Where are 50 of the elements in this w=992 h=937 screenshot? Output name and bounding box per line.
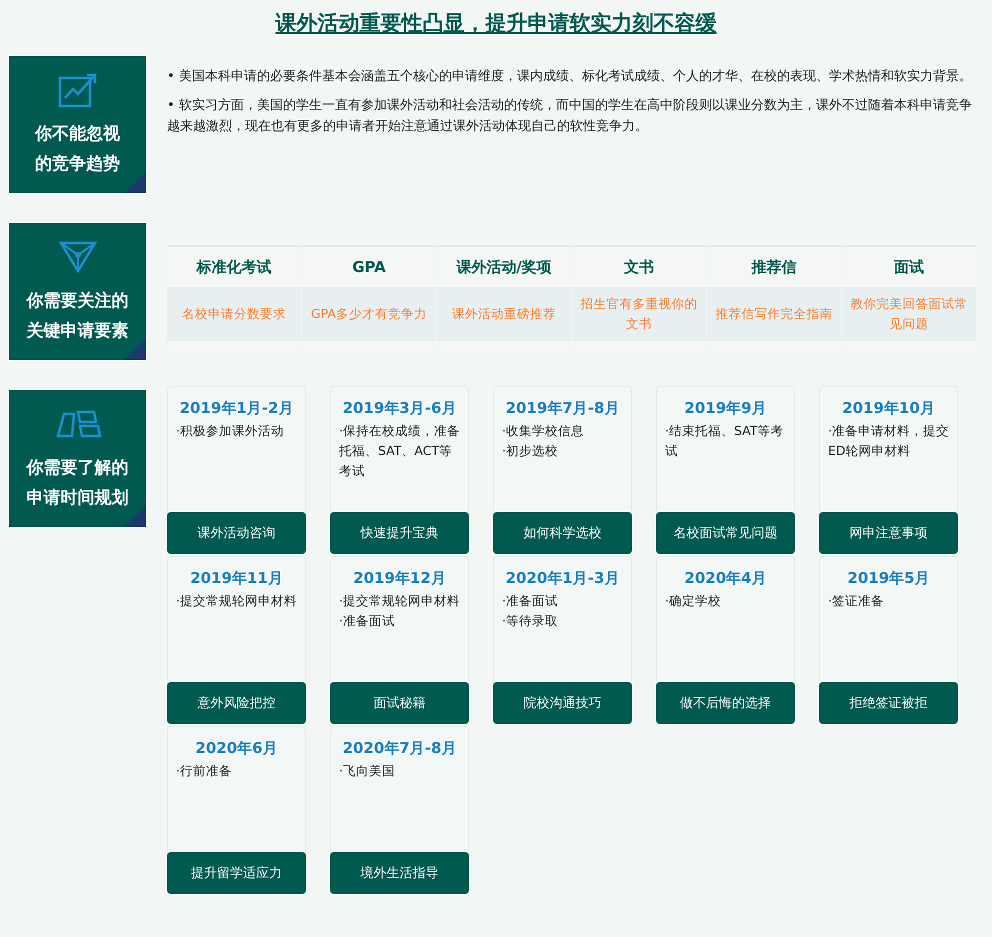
guide-button[interactable]: 拒绝签证被拒 <box>819 682 958 724</box>
badge-title: 你不能忽视 <box>35 123 120 146</box>
period-date: 2020年7月-8月 <box>342 739 458 758</box>
task-item: ·提交常规轮网申材料 <box>338 592 461 610</box>
guide-button[interactable]: 院校沟通技巧 <box>493 682 632 724</box>
guide-button[interactable]: 提升留学适应力 <box>167 852 306 894</box>
task-item: ·结束托福、SAT等考试 <box>664 422 784 460</box>
badge-title: 的竞争趋势 <box>35 153 120 176</box>
task-item: ·准备申请材料，提交ED轮网申材料 <box>827 422 950 460</box>
task-item: ·初步选校 <box>501 442 559 460</box>
period-date: 2019年3月-6月 <box>342 399 458 418</box>
task-item: ·积极参加课外活动 <box>175 422 285 440</box>
period-date: 2019年10月 <box>841 399 936 418</box>
triangle-icon <box>58 239 98 275</box>
guide-button[interactable]: 面试秘籍 <box>330 682 469 724</box>
badge-title: 你需要了解的 <box>26 457 128 480</box>
guide-button[interactable]: 意外风险把控 <box>167 682 306 724</box>
period-date: 2020年1月-3月 <box>504 569 620 588</box>
period-date: 2019年11月 <box>189 569 284 588</box>
period-date: 2019年12月 <box>352 569 447 588</box>
task-item: ·准备面试 <box>501 592 559 610</box>
guide-button[interactable]: 名校面试常见问题 <box>656 512 795 554</box>
task-item: ·准备面试 <box>338 612 396 630</box>
period-date: 2019年9月 <box>683 399 768 418</box>
task-item: ·保持在校成绩，准备托福、SAT、ACT等考试 <box>338 422 461 480</box>
period-date: 2019年5月 <box>846 569 931 588</box>
task-item: ·等待录取 <box>501 612 559 630</box>
task-item: ·签证准备 <box>827 592 885 610</box>
task-item: ·确定学校 <box>664 592 722 610</box>
task-item: ·飞向美国 <box>338 762 396 780</box>
guide-button[interactable]: 快速提升宝典 <box>330 512 469 554</box>
badge-title: 你需要关注的 <box>26 290 128 313</box>
task-item: ·行前准备 <box>175 762 233 780</box>
period-date: 2020年6月 <box>194 739 279 758</box>
badge-title: 申请时间规划 <box>26 487 128 510</box>
guide-button[interactable]: 做不后悔的选择 <box>656 682 795 724</box>
period-date: 2019年1月-2月 <box>178 399 294 418</box>
page-title: 课外活动重要性凸显，提升申请软实力刻不容缓 <box>274 10 718 37</box>
guide-button[interactable]: 境外生活指导 <box>330 852 469 894</box>
bullet-paragraph: • 软实习方面，美国的学生一直有参加课外活动和社会活动的传统，而中国的学生在高中阶段则以课业分数为主，课外不过随着本科申请竞争越来越激烈，现在也有更多的申请者开始注意通过课外活动体现自己的软性竞争力。 <box>167 97 973 136</box>
badge-title: 关键申请要素 <box>26 320 128 343</box>
task-item: ·提交常规轮网申材料 <box>175 592 298 610</box>
guide-button[interactable]: 网申注意事项 <box>819 512 958 554</box>
guide-button[interactable]: 如何科学选校 <box>493 512 632 554</box>
guide-button[interactable]: 课外活动咨询 <box>167 512 306 554</box>
task-item: ·收集学校信息 <box>501 422 585 440</box>
bullet-paragraph: • 美国本科申请的必要条件基本会涵盖五个核心的申请维度，课内成绩、标化考试成绩、个人的才华、在校的表现、学术热情和软实力背景。 <box>167 68 973 86</box>
chart-icon <box>58 72 98 108</box>
period-date: 2019年7月-8月 <box>504 399 620 418</box>
period-date: 2020年4月 <box>683 569 768 588</box>
